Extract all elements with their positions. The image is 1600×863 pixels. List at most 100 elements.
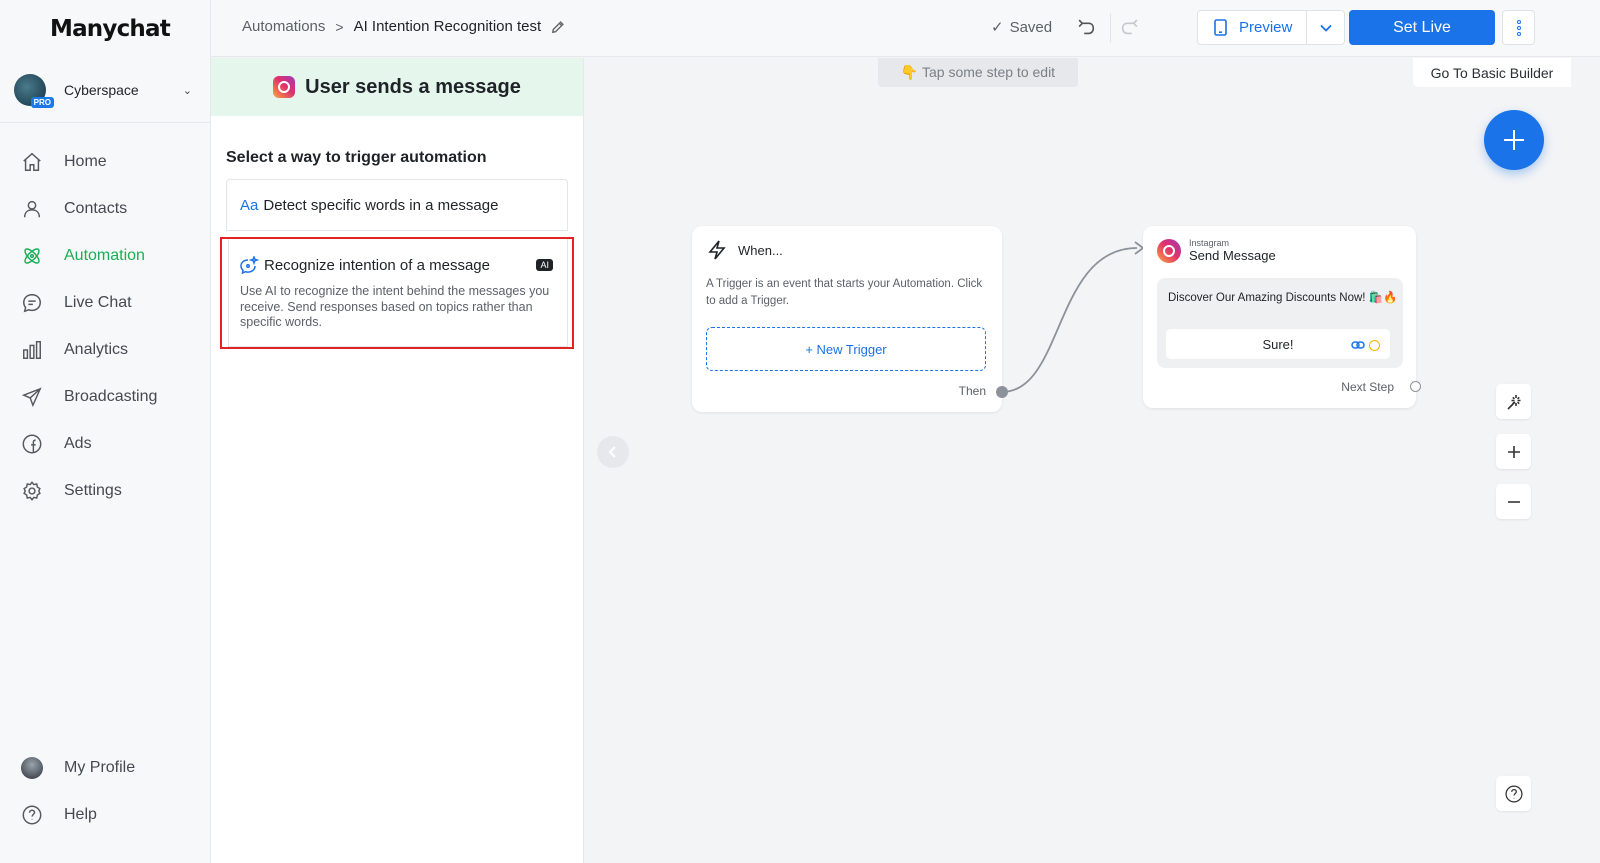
zoom-out-button[interactable]: [1496, 484, 1531, 519]
sidebar-nav: Home Contacts Automation Live Chat Analy…: [0, 138, 210, 514]
sidebar-bottom-nav: My Profile Help: [0, 744, 210, 838]
more-options-button[interactable]: [1502, 10, 1535, 45]
send-icon: [20, 385, 44, 409]
sidebar-item-ads[interactable]: Ads: [0, 420, 210, 467]
next-step-label: Next Step: [1341, 380, 1394, 394]
sidebar-item-analytics[interactable]: Analytics: [0, 326, 210, 373]
undo-icon[interactable]: [1075, 16, 1099, 40]
ai-sparkle-icon: [240, 256, 259, 274]
phone-icon: [1214, 19, 1227, 36]
pencil-icon[interactable]: [551, 20, 565, 34]
then-connector-handle[interactable]: [996, 386, 1008, 398]
workspace-name: Cyberspace: [64, 82, 139, 98]
trigger-node-header: When...: [708, 240, 783, 260]
sidebar-item-broadcasting[interactable]: Broadcasting: [0, 373, 210, 420]
sidebar-item-my-profile[interactable]: My Profile: [0, 744, 210, 791]
zoom-in-button[interactable]: [1496, 434, 1531, 469]
detect-words-option[interactable]: Aa Detect specific words in a message: [226, 179, 568, 231]
option-label: Detect specific words in a message: [263, 196, 499, 214]
workspace-switcher[interactable]: PRO Cyberspace ⌄: [14, 72, 200, 108]
button-status-icons: [1351, 338, 1380, 353]
automation-name: AI Intention Recognition test: [353, 18, 542, 35]
topbar: Automations > AI Intention Recognition t…: [211, 0, 1600, 57]
save-status: ✓ Saved: [991, 18, 1053, 37]
tap-hint: 👇 Tap some step to edit: [878, 58, 1078, 87]
sidebar-item-label: Live Chat: [64, 293, 132, 311]
message-button[interactable]: Sure!: [1166, 329, 1390, 359]
sidebar-item-live-chat[interactable]: Live Chat: [0, 279, 210, 326]
basic-builder-link[interactable]: Go To Basic Builder: [1413, 58, 1571, 87]
avatar: [21, 756, 43, 779]
trigger-node[interactable]: When... A Trigger is an event that start…: [692, 226, 1008, 412]
chat-icon: [20, 291, 44, 315]
text-format-icon: Aa: [240, 196, 259, 214]
sidebar-item-label: Broadcasting: [64, 387, 158, 405]
plus-icon: [1504, 130, 1524, 150]
instagram-icon: [273, 76, 296, 98]
plus-icon: [1507, 445, 1520, 458]
gear-icon: [20, 479, 44, 503]
redo-icon[interactable]: [1119, 16, 1143, 40]
sidebar-item-label: Automation: [64, 246, 145, 264]
help-icon: [1504, 784, 1523, 803]
atom-icon: [20, 244, 44, 268]
preview-dropdown-button[interactable]: [1307, 23, 1344, 33]
sidebar: Manychat PRO Cyberspace ⌄ Home Contacts …: [0, 0, 211, 863]
sidebar-item-label: Ads: [64, 434, 92, 452]
ai-badge: AI: [536, 259, 553, 271]
next-step-handle[interactable]: [1410, 381, 1421, 392]
message-button-label: Sure!: [1262, 336, 1294, 352]
send-message-node[interactable]: Instagram Send Message Discover Our Amaz…: [1143, 226, 1421, 408]
set-live-button[interactable]: Set Live: [1349, 10, 1495, 45]
panel-header: User sends a message: [211, 58, 583, 116]
chevron-left-icon: [608, 446, 616, 458]
sidebar-item-settings[interactable]: Settings: [0, 467, 210, 514]
sidebar-item-label: Settings: [64, 481, 122, 499]
manychat-logo[interactable]: Manychat: [50, 16, 171, 42]
node-connector: [1001, 241, 1145, 393]
option-label: Recognize intention of a message: [264, 256, 490, 274]
facebook-icon: [20, 432, 44, 456]
lightning-icon: [708, 240, 726, 260]
message-bubble[interactable]: Discover Our Amazing Discounts Now! 🛍️🔥 …: [1157, 278, 1403, 368]
breadcrumb-automations-link[interactable]: Automations: [242, 18, 325, 35]
magic-wand-button[interactable]: [1496, 384, 1531, 419]
platform-label: Instagram: [1189, 238, 1230, 248]
send-node-header: Instagram Send Message: [1157, 238, 1276, 263]
breadcrumb: Automations > AI Intention Recognition t…: [242, 18, 565, 35]
connection-circle-icon[interactable]: [1369, 340, 1380, 351]
help-icon: [20, 803, 44, 827]
chevron-down-icon: [1319, 24, 1332, 32]
chevron-down-icon: ⌄: [182, 84, 192, 97]
breadcrumb-separator: >: [335, 18, 344, 35]
sidebar-item-label: My Profile: [64, 758, 136, 776]
workspace-avatar: PRO: [14, 74, 54, 108]
option-header: Recognize intention of a message: [239, 256, 490, 274]
new-trigger-button[interactable]: + New Trigger: [706, 327, 986, 371]
pro-badge: PRO: [30, 97, 54, 108]
trigger-node-description: A Trigger is an event that starts your A…: [706, 278, 983, 307]
save-status-label: Saved: [1009, 18, 1053, 36]
link-icon: [1351, 338, 1365, 353]
panel-title: User sends a message: [305, 75, 521, 98]
magic-wand-icon: [1506, 394, 1520, 410]
panel-subtitle: Select a way to trigger automation: [226, 149, 487, 166]
user-icon: [20, 197, 44, 221]
sidebar-item-automation[interactable]: Automation: [0, 232, 210, 279]
instagram-icon: [1157, 238, 1181, 263]
home-icon: [20, 150, 44, 174]
sidebar-item-contacts[interactable]: Contacts: [0, 185, 210, 232]
message-text: Discover Our Amazing Discounts Now! 🛍️🔥: [1168, 292, 1398, 304]
flow-canvas[interactable]: 👇 Tap some step to edit Go To Basic Buil…: [584, 58, 1600, 863]
recognize-intention-option[interactable]: Recognize intention of a message AI Use …: [220, 237, 574, 349]
add-step-button[interactable]: [1484, 110, 1544, 170]
option-card: Recognize intention of a message AI Use …: [228, 239, 568, 347]
help-button[interactable]: [1496, 776, 1531, 811]
vertical-dots-icon: [1516, 19, 1521, 37]
sidebar-item-help[interactable]: Help: [0, 791, 210, 838]
sidebar-item-home[interactable]: Home: [0, 138, 210, 185]
sidebar-divider: [0, 122, 210, 123]
preview-button[interactable]: Preview: [1198, 11, 1307, 44]
send-node-title: Send Message: [1189, 248, 1276, 263]
collapse-panel-button[interactable]: [597, 436, 629, 468]
